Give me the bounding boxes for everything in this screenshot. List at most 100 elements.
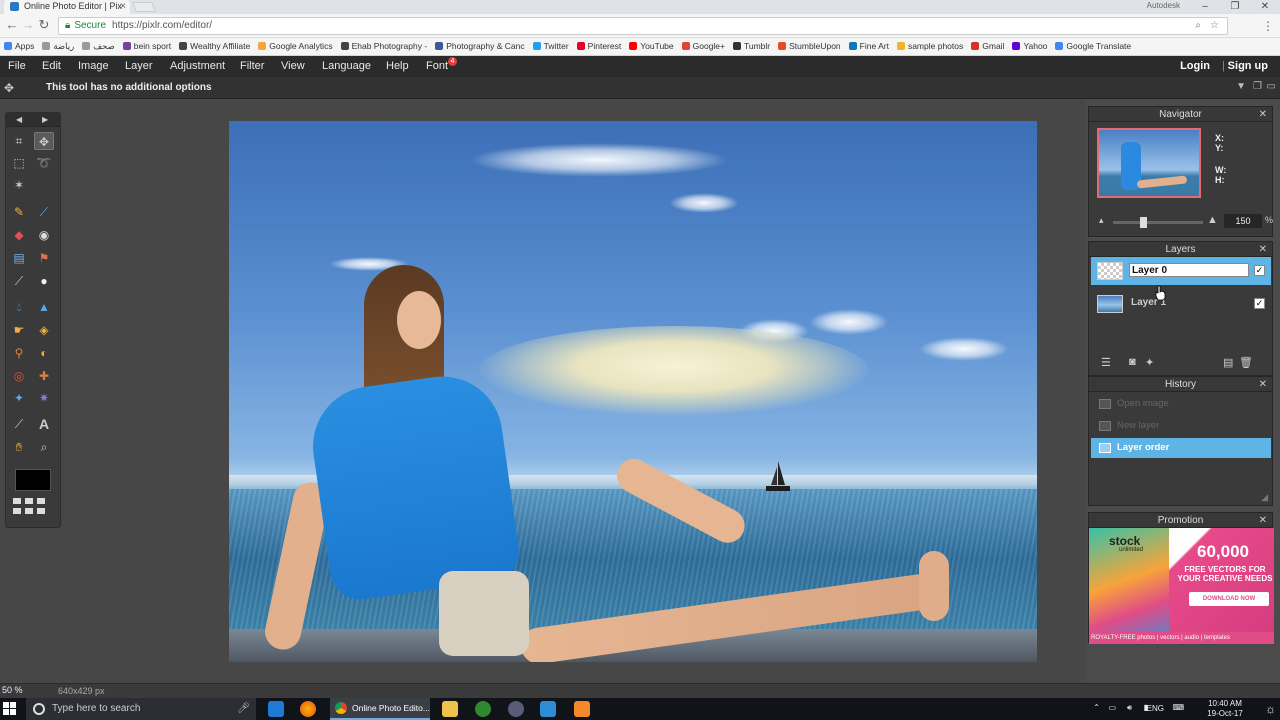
toolbox-header[interactable]: ◀ ▶ [6, 113, 60, 127]
dropdown-arrow-icon[interactable]: ▼ [1236, 81, 1246, 92]
notification-center-icon[interactable]: ☼ [1265, 702, 1276, 716]
url-omnibox[interactable]: 🔒︎ Secure https://pixlr.com/editor/ ⌕ ☆ [58, 17, 1228, 35]
layer-row[interactable]: Layer 0 ✓ [1091, 257, 1271, 285]
layer-mask-icon[interactable]: ◙ [1129, 356, 1136, 368]
foreground-color-swatch[interactable] [15, 469, 51, 491]
marquee-tool-icon[interactable]: ⬚ [9, 154, 29, 172]
zoom-percentage[interactable]: 50 % [2, 685, 28, 697]
login-link[interactable]: Login [1180, 60, 1210, 72]
network-icon[interactable]: ▭ [1108, 703, 1116, 712]
pinch-tool-icon[interactable]: ✷ [34, 389, 54, 407]
promotion-close-icon[interactable]: ✕ [1259, 513, 1267, 528]
dodge-tool-icon[interactable]: ⚲ [9, 344, 29, 362]
zoom-tool-icon[interactable]: ⌕ [34, 438, 54, 456]
bookmark-item[interactable]: Pinterest [573, 38, 626, 55]
bookmark-item[interactable]: Google+ [678, 38, 729, 55]
url-text[interactable]: https://pixlr.com/editor/ [112, 20, 212, 31]
bookmark-item[interactable]: Apps [0, 38, 38, 55]
toolbox-collapse-left-icon[interactable]: ◀ [16, 115, 22, 124]
color-picker-tool-icon[interactable]: ⟋ [9, 415, 29, 433]
drawing-tool-icon[interactable]: ● [34, 272, 54, 290]
lasso-tool-icon[interactable]: ➰ [34, 154, 54, 172]
brush-tool-icon[interactable]: ⟋ [34, 203, 54, 221]
fullscreen-icon[interactable]: ▭ [1267, 81, 1276, 92]
bookmark-item[interactable]: Google Translate [1051, 38, 1135, 55]
taskbar-search-box[interactable]: Type here to search 🎤︎ [26, 698, 256, 720]
restore-window-icon[interactable]: ❐ [1253, 81, 1262, 92]
grid-view-icon[interactable] [13, 498, 51, 520]
resize-grip-icon[interactable]: ◢ [1261, 492, 1268, 503]
menu-font[interactable]: Font 4 [426, 57, 457, 72]
pencil-tool-icon[interactable]: ✎ [9, 203, 29, 221]
layer-properties-icon[interactable]: ☰ [1101, 356, 1111, 369]
bookmark-item[interactable]: Google Analytics [254, 38, 336, 55]
navigator-thumbnail[interactable] [1097, 128, 1201, 198]
sharpen-tool-icon[interactable]: ▲ [34, 298, 54, 316]
store-app-icon[interactable] [540, 701, 556, 717]
layer-name[interactable]: Layer 1 [1129, 296, 1249, 310]
microphone-icon[interactable]: 🎤︎ [237, 698, 250, 720]
spot-heal-tool-icon[interactable]: ✚ [34, 367, 54, 385]
menu-view[interactable]: View [281, 60, 305, 72]
layer-visibility-checkbox[interactable]: ✓ [1254, 298, 1265, 309]
layer-name-input[interactable]: Layer 0 [1129, 263, 1249, 277]
history-item[interactable]: Layer order [1091, 438, 1271, 458]
new-layer-icon[interactable]: ▤ [1223, 356, 1233, 369]
promo-download-button[interactable]: DOWNLOAD NOW [1189, 592, 1269, 606]
reload-icon[interactable]: ↻ [36, 17, 52, 33]
paint-app-icon[interactable] [574, 701, 590, 717]
bookmark-item[interactable]: YouTube [625, 38, 677, 55]
zoom-out-icon[interactable]: ▴ [1099, 215, 1104, 226]
history-item[interactable]: Open image [1091, 394, 1271, 414]
bookmark-item[interactable]: bein sport [119, 38, 175, 55]
signup-link[interactable]: Sign up [1228, 60, 1268, 72]
menu-filter[interactable]: Filter [240, 60, 264, 72]
image-canvas[interactable] [229, 121, 1037, 662]
zoom-in-icon[interactable]: ▲ [1207, 214, 1218, 226]
layers-header[interactable]: Layers ✕ [1089, 242, 1272, 257]
zoom-magnifier-icon[interactable]: ⌕ [1195, 18, 1201, 34]
bookmark-item[interactable]: StumbleUpon [774, 38, 845, 55]
minimize-button[interactable]: – [1190, 0, 1220, 14]
language-indicator[interactable]: ENG [1147, 704, 1164, 713]
sponge-tool-icon[interactable]: ◈ [34, 321, 54, 339]
smudge-tool-icon[interactable]: ☛ [9, 321, 29, 339]
type-tool-icon[interactable]: A [34, 415, 54, 433]
bookmark-item[interactable]: sample photos [893, 38, 967, 55]
keyboard-icon[interactable]: ⌨︎ [1172, 703, 1184, 712]
maximize-button[interactable]: ❐ [1220, 0, 1250, 14]
bookmark-item[interactable]: Ehab Photography - [337, 38, 432, 55]
layer-styles-icon[interactable]: ✦ [1145, 356, 1154, 369]
app-green-icon[interactable] [475, 701, 491, 717]
bookmark-item[interactable]: Yahoo [1008, 38, 1051, 55]
taskbar-clock[interactable]: 10:40 AM 19-Oct-17 [1200, 699, 1250, 719]
edge-browser-icon[interactable] [268, 701, 284, 717]
history-item[interactable]: New layer [1091, 416, 1271, 436]
blur-tool-icon[interactable]: 💧︎ [9, 298, 29, 316]
magic-wand-tool-icon[interactable]: ✶ [9, 176, 29, 194]
file-explorer-icon[interactable] [442, 701, 458, 717]
volume-icon[interactable]: 🔊︎ [1127, 703, 1132, 713]
close-window-button[interactable]: ✕ [1250, 0, 1280, 14]
app-media-icon[interactable] [508, 701, 524, 717]
menu-file[interactable]: File [8, 60, 26, 72]
browser-tab[interactable]: Online Photo Editor | Pix × [4, 0, 130, 14]
back-icon[interactable]: ← [4, 17, 20, 32]
browser-user-label[interactable]: Autodesk [1147, 1, 1180, 10]
windows-start-icon[interactable] [2, 701, 18, 717]
bookmark-item[interactable]: Fine Art [845, 38, 893, 55]
new-tab-button[interactable] [132, 2, 156, 12]
bookmark-item[interactable]: Twitter [529, 38, 573, 55]
bookmark-item[interactable]: Gmail [967, 38, 1008, 55]
zoom-slider-track[interactable] [1113, 221, 1203, 224]
red-eye-tool-icon[interactable]: ◎ [9, 367, 29, 385]
menu-language[interactable]: Language [322, 60, 371, 72]
paint-bucket-tool-icon[interactable]: ◉ [34, 226, 54, 244]
bookmark-item[interactable]: صحف [78, 38, 119, 55]
taskbar-chrome-window[interactable]: Online Photo Edito... [330, 698, 430, 720]
browser-menu-icon[interactable]: ⋮ [1262, 19, 1274, 33]
promotion-banner[interactable]: stock unlimited 60,000 FREE VECTORS FOR … [1089, 528, 1274, 644]
color-replace-tool-icon[interactable]: ⟋ [9, 272, 29, 290]
bookmark-star-icon[interactable]: ☆ [1210, 18, 1219, 34]
layer-row[interactable]: Layer 1 ✓ [1091, 290, 1271, 318]
